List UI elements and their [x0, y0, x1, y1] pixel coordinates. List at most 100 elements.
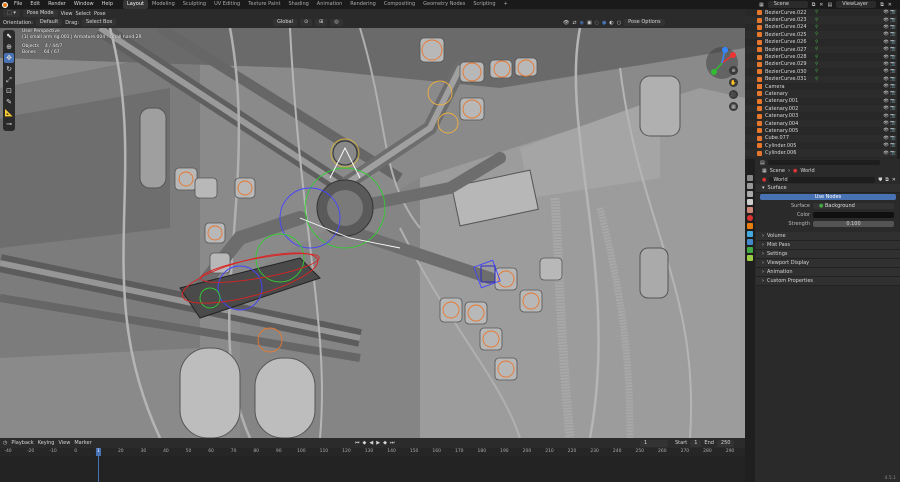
ortho-toggle-icon[interactable]: ▦	[729, 102, 738, 111]
outliner-item[interactable]: Catenary.005 👁 📷	[745, 127, 900, 134]
properties-search-input[interactable]	[767, 160, 880, 165]
menu-file[interactable]: File	[10, 0, 26, 9]
object-tab-icon[interactable]	[747, 223, 753, 229]
playhead[interactable]: 1	[96, 448, 101, 456]
modifier-icon[interactable]: ⚲	[815, 47, 818, 52]
wireframe-shading-icon[interactable]: ◌	[595, 20, 599, 26]
editor-type-dropdown[interactable]: ⬚ ▾	[3, 10, 20, 17]
menu-help[interactable]: Help	[98, 0, 117, 9]
visibility-eye-icon[interactable]: 👁 📷	[883, 18, 896, 23]
transform-tool-icon[interactable]: ⊡	[4, 86, 14, 96]
proportional-editing-icon[interactable]: ◎	[330, 19, 343, 26]
pose-menu[interactable]: Pose	[94, 11, 106, 17]
pan-hand-icon[interactable]: ✋	[729, 78, 738, 87]
outliner-item[interactable]: BezierCurve.025 ⚲ 👁 📷	[745, 31, 900, 39]
delete-view-layer-icon[interactable]: ✕	[888, 2, 892, 8]
move-tool-icon[interactable]: ✥	[4, 53, 14, 63]
jump-start-icon[interactable]: ⏮	[355, 440, 360, 446]
visibility-eye-icon[interactable]: 👁 📷	[883, 40, 896, 45]
orientation-dropdown[interactable]: Default	[35, 19, 63, 26]
physics-tab-icon[interactable]	[747, 239, 753, 245]
visibility-eye-icon[interactable]: 👁 📷	[883, 114, 896, 119]
visibility-eye-icon[interactable]: 👁 📷	[883, 128, 896, 133]
outliner-item[interactable]: Cylinder.006 👁 📷	[745, 149, 900, 157]
view-menu[interactable]: View	[61, 11, 73, 17]
play-icon[interactable]: ▶	[376, 440, 380, 446]
panel-header[interactable]: › Viewport Display	[756, 259, 900, 268]
timeline-view-menu[interactable]: View	[58, 440, 70, 446]
modifier-icon[interactable]: ⚲	[815, 77, 818, 82]
outliner-item[interactable]: Catenary.001 👁 📷	[745, 98, 900, 105]
playback-menu[interactable]: Playback	[11, 440, 33, 446]
overlays-icon[interactable]: ◉	[580, 20, 584, 26]
bone-tool-icon[interactable]: ⊸	[4, 119, 14, 129]
mode-dropdown[interactable]: Pose Mode	[22, 10, 58, 17]
visibility-eye-icon[interactable]: 👁 📷	[883, 151, 896, 156]
visibility-icon[interactable]: 👁	[563, 20, 569, 26]
xray-icon[interactable]: ▣	[587, 20, 592, 26]
panel-header[interactable]: › Volume	[756, 232, 900, 241]
material-shading-icon[interactable]: ◐	[609, 20, 613, 26]
end-frame-field[interactable]: 250	[716, 439, 735, 447]
tab-rendering[interactable]: Rendering	[346, 0, 380, 9]
panel-header[interactable]: › Animation	[756, 268, 900, 277]
modifier-icon[interactable]: ⚲	[815, 18, 818, 23]
data-tab-icon[interactable]	[747, 255, 753, 261]
modifier-icon[interactable]: ⚲	[815, 10, 818, 15]
modifier-icon[interactable]: ⚲	[815, 62, 818, 67]
transform-orientation-dropdown[interactable]: Global	[273, 19, 297, 26]
outliner-item[interactable]: Cube.077 👁 📷	[745, 134, 900, 143]
visibility-eye-icon[interactable]: 👁 📷	[883, 32, 896, 37]
current-frame-field[interactable]: 1	[640, 439, 668, 447]
next-key-icon[interactable]: ◆	[383, 440, 387, 446]
pose-options-dropdown[interactable]: Pose Options	[624, 19, 665, 26]
modifier-icon[interactable]: ⚲	[815, 40, 818, 45]
view-layer-tab-icon[interactable]	[747, 199, 753, 205]
visibility-eye-icon[interactable]: 👁 📷	[883, 55, 896, 60]
panel-header[interactable]: › Custom Properties	[756, 277, 900, 286]
marker-menu[interactable]: Marker	[74, 440, 91, 446]
view-layer-selector[interactable]: ViewLayer	[836, 1, 877, 8]
delete-scene-icon[interactable]: ✕	[819, 2, 823, 8]
render-tab-icon[interactable]	[747, 183, 753, 189]
visibility-eye-icon[interactable]: 👁 📷	[883, 25, 896, 30]
visibility-eye-icon[interactable]: 👁 📷	[883, 10, 896, 15]
menu-window[interactable]: Window	[70, 0, 98, 9]
3d-viewport[interactable]: ⬉ ⊕ ✥ ↻ ⤢ ⊡ ✎ 📐 ⊸ User Perspective (1) s…	[0, 28, 745, 438]
select-tool-icon[interactable]: ⬉	[4, 31, 14, 41]
blender-logo-icon[interactable]	[0, 0, 10, 9]
tool-tab-icon[interactable]	[747, 175, 753, 181]
visibility-eye-icon[interactable]: 👁 📷	[883, 62, 896, 67]
camera-view-icon[interactable]: 🎥	[729, 90, 738, 99]
outliner-item[interactable]: BezierCurve.023 ⚲ 👁 📷	[745, 16, 900, 24]
surface-panel-header[interactable]: ▾ Surface	[756, 184, 900, 193]
new-scene-icon[interactable]: ⧉	[812, 2, 816, 8]
outliner-item[interactable]: BezierCurve.028 ⚲ 👁 📷	[745, 53, 900, 60]
scene-tab-icon[interactable]	[747, 207, 753, 213]
use-nodes-button[interactable]: Use Nodes	[760, 194, 896, 200]
world-color-swatch[interactable]	[813, 211, 894, 218]
outliner-item[interactable]: Catenary 👁 📷	[745, 90, 900, 98]
tab-shading[interactable]: Shading	[284, 0, 312, 9]
rotate-tool-icon[interactable]: ↻	[4, 64, 14, 74]
visibility-eye-icon[interactable]: 👁 📷	[883, 77, 896, 82]
outliner-item[interactable]: Catenary.004 👁 📷	[745, 119, 900, 128]
world-name-field[interactable]: World	[769, 176, 876, 183]
pivot-point-icon[interactable]: ⊙	[299, 19, 313, 26]
visibility-eye-icon[interactable]: 👁 📷	[883, 84, 896, 89]
tab-animation[interactable]: Animation	[313, 0, 347, 9]
modifier-icon[interactable]: ⚲	[815, 55, 818, 60]
solid-shading-icon[interactable]: ●	[602, 20, 606, 26]
fake-user-icon[interactable]: ⛊	[878, 177, 882, 183]
outliner-item[interactable]: Cylinder.005 👁 📷	[745, 142, 900, 149]
prev-key-icon[interactable]: ◆	[363, 440, 367, 446]
properties-editor-icon[interactable]: ▤	[760, 160, 765, 166]
tab-compositing[interactable]: Compositing	[380, 0, 419, 9]
output-tab-icon[interactable]	[747, 191, 753, 197]
scene-selector[interactable]: Scene	[767, 1, 808, 8]
tab-uv-editing[interactable]: UV Editing	[210, 0, 244, 9]
annotate-tool-icon[interactable]: ✎	[4, 97, 14, 107]
start-frame-field[interactable]: 1	[690, 439, 702, 447]
tab-sculpting[interactable]: Sculpting	[179, 0, 210, 9]
keying-menu[interactable]: Keying	[38, 440, 55, 446]
